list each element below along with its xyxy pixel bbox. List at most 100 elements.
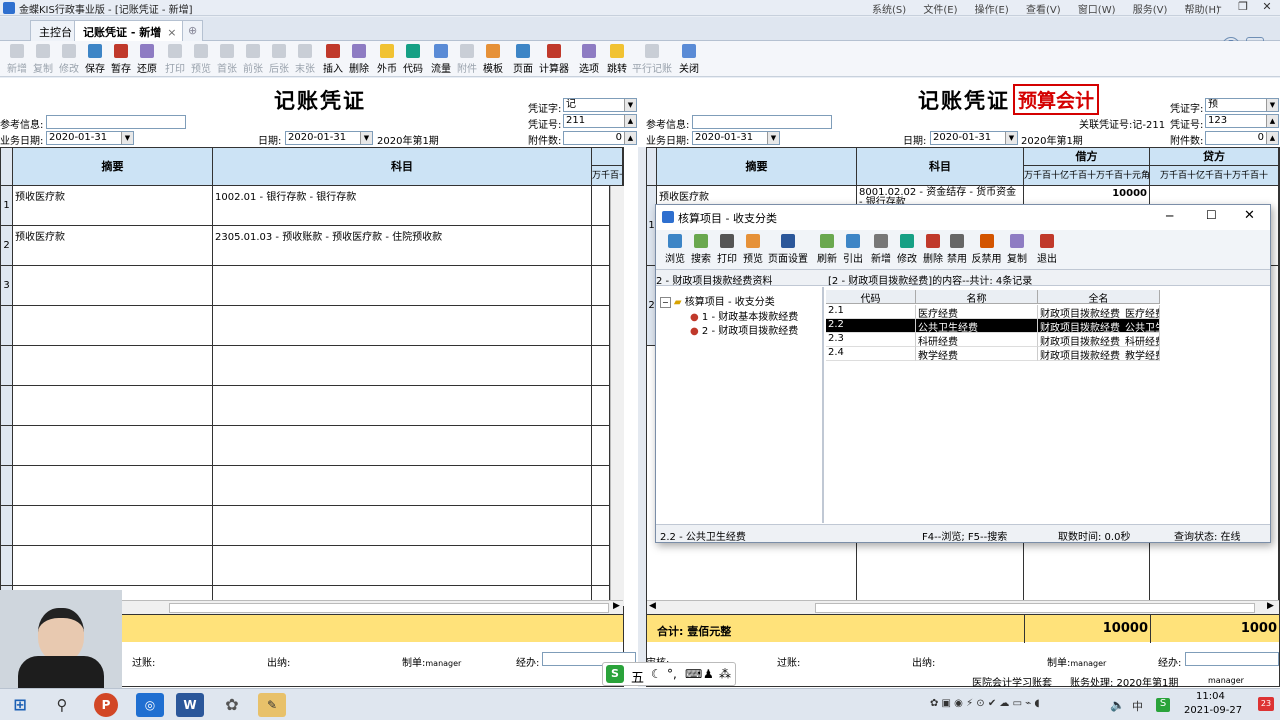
left-vscroll[interactable]: [610, 186, 624, 606]
toolbar-print-button[interactable]: 打印: [162, 43, 188, 75]
dialog-search-button[interactable]: 搜索: [688, 233, 714, 265]
toolbar-prev-button[interactable]: 前张: [240, 43, 266, 75]
input-language[interactable]: 中: [1132, 698, 1143, 714]
new-tab-icon[interactable]: ⊕: [182, 20, 204, 41]
chevron-down-icon[interactable]: ▼: [767, 132, 779, 144]
left-row-account[interactable]: [213, 506, 592, 546]
right-type-select[interactable]: 预 ▼: [1205, 98, 1279, 112]
left-row-amount[interactable]: [592, 546, 610, 586]
toolbar-close-button[interactable]: 关闭: [676, 43, 702, 75]
left-row-account[interactable]: 1002.01 - 银行存款 - 银行存款: [213, 186, 592, 226]
col-account-header[interactable]: 科目: [857, 148, 1024, 186]
left-row-summary[interactable]: 预收医疗款: [13, 226, 213, 266]
restore-window-icon[interactable]: ❐: [1232, 0, 1254, 13]
right-no-input[interactable]: 123 ▲: [1205, 114, 1279, 128]
dialog-page-setup-button[interactable]: 页面设置: [766, 233, 810, 265]
settings-app-icon[interactable]: ✿: [218, 693, 246, 717]
left-row-summary[interactable]: [13, 506, 213, 546]
dialog-edit-button[interactable]: 修改: [894, 233, 920, 265]
left-row-account[interactable]: 2305.01.03 - 预收账款 - 预收医疗款 - 住院预收款: [213, 226, 592, 266]
close-window-icon[interactable]: ✕: [1256, 0, 1278, 13]
word-icon[interactable]: W: [176, 693, 204, 717]
menu-file[interactable]: 文件(E): [923, 5, 957, 16]
dialog-lock-button[interactable]: 禁用: [944, 233, 970, 265]
list-item[interactable]: 2.3 科研经费 财政项目拨款经费_科研经费: [826, 333, 1160, 347]
left-row-account[interactable]: [213, 386, 592, 426]
toolbar-preview-button[interactable]: 预览: [188, 43, 214, 75]
dialog-print-button[interactable]: 打印: [714, 233, 740, 265]
list-item[interactable]: 2.4 教学经费 财政项目拨款经费_教学经费: [826, 347, 1160, 361]
system-tray-icons[interactable]: ✿ ▣ ◉ ⚡ ⊙ ✔ ☁ ▭ ⌁ ◖: [930, 698, 1040, 709]
punct-icon[interactable]: °,: [667, 667, 677, 681]
left-row-amount[interactable]: [592, 466, 610, 506]
toolbar-flow-button[interactable]: 流量: [428, 43, 454, 75]
left-row-amount[interactable]: [592, 226, 610, 266]
notification-badge[interactable]: 23: [1258, 697, 1274, 711]
chevron-down-icon[interactable]: ▼: [1005, 132, 1017, 144]
windows-start-icon[interactable]: ⊞: [6, 693, 34, 717]
left-attach-input[interactable]: 0 ▲: [563, 131, 637, 145]
left-row-account[interactable]: [213, 346, 592, 386]
col-account-header[interactable]: 科目: [213, 148, 592, 186]
left-row-account[interactable]: [213, 546, 592, 586]
toolbar-options-button[interactable]: 选项: [576, 43, 602, 75]
left-row-amount[interactable]: [592, 266, 610, 306]
chevron-down-icon[interactable]: ▼: [1266, 99, 1278, 111]
minimize-icon[interactable]: –: [1208, 0, 1230, 13]
right-bizdate-input[interactable]: 2020-01-31 ▼: [692, 131, 780, 145]
dialog-preview-button[interactable]: 预览: [740, 233, 766, 265]
right-hscroll[interactable]: ◀ ▶: [647, 600, 1279, 614]
left-row-amount[interactable]: [592, 346, 610, 386]
tree-node-1[interactable]: ● 1 - 财政基本拨款经费: [690, 308, 798, 323]
toolbar-page-button[interactable]: 页面: [510, 43, 536, 75]
tab-voucher-new[interactable]: 记账凭证 - 新增 ×: [74, 20, 186, 41]
ime-tray-icon[interactable]: S: [1156, 698, 1170, 712]
toolbar-template-button[interactable]: 模板: [480, 43, 506, 75]
toolbar-last-button[interactable]: 末张: [292, 43, 318, 75]
toolbar-hold-button[interactable]: 暂存: [108, 43, 134, 75]
list-item[interactable]: 2.1 医疗经费 财政项目拨款经费_医疗经费: [826, 305, 1160, 319]
left-row-amount[interactable]: [592, 506, 610, 546]
tree-node-2[interactable]: ● 2 - 财政项目拨款经费: [690, 322, 798, 337]
toolbar-copy-button[interactable]: 复制: [30, 43, 56, 75]
dialog-copy-button[interactable]: 复制: [1004, 233, 1030, 265]
toolbar-insert-button[interactable]: 插入: [320, 43, 346, 75]
split-divider[interactable]: [638, 147, 646, 687]
left-ref-input[interactable]: [46, 115, 186, 129]
list-item[interactable]: 2.2公共卫生经费财政项目拨款经费_公共卫生经费: [826, 319, 1160, 333]
col-summary-header[interactable]: 摘要: [657, 148, 857, 186]
toolbar-next-button[interactable]: 后张: [266, 43, 292, 75]
toolbar-currency-button[interactable]: 外币: [374, 43, 400, 75]
col-summary-header[interactable]: 摘要: [13, 148, 213, 186]
dialog-refresh-button[interactable]: 刷新: [814, 233, 840, 265]
toolbar-delete-button[interactable]: 删除: [346, 43, 372, 75]
left-row-amount[interactable]: [592, 306, 610, 346]
paint-icon[interactable]: ✎: [258, 693, 286, 717]
left-row-account[interactable]: [213, 426, 592, 466]
dialog-new-button[interactable]: 新增: [868, 233, 894, 265]
left-row-summary[interactable]: [13, 266, 213, 306]
chevron-down-icon[interactable]: ▼: [360, 132, 372, 144]
tree-node-root[interactable]: − ▰ 核算项目 - 收支分类: [660, 293, 775, 308]
left-row-summary[interactable]: [13, 346, 213, 386]
left-row-amount[interactable]: [592, 186, 610, 226]
toolbar-new-button[interactable]: 新增: [4, 43, 30, 75]
search-icon[interactable]: ⚲: [48, 693, 76, 717]
toolbar-first-button[interactable]: 首张: [214, 43, 240, 75]
stepper-icon[interactable]: ▲: [1266, 132, 1278, 144]
left-row-summary[interactable]: [13, 386, 213, 426]
grid-icon[interactable]: ⁂: [719, 667, 731, 681]
menu-operate[interactable]: 操作(E): [975, 5, 1009, 16]
left-no-input[interactable]: 211 ▲: [563, 114, 637, 128]
dialog-browse-button[interactable]: 浏览: [662, 233, 688, 265]
maximize-icon[interactable]: ☐: [1206, 208, 1217, 222]
stepper-icon[interactable]: ▲: [624, 132, 636, 144]
toolbar-code-button[interactable]: 代码: [400, 43, 426, 75]
menu-window[interactable]: 窗口(W): [1078, 5, 1116, 16]
chevron-down-icon[interactable]: ▼: [624, 99, 636, 111]
menu-system[interactable]: 系统(S): [872, 5, 906, 16]
toolbar-attach-button[interactable]: 附件: [454, 43, 480, 75]
chevron-down-icon[interactable]: ▼: [121, 132, 133, 144]
left-row-summary[interactable]: [13, 546, 213, 586]
left-row-account[interactable]: [213, 266, 592, 306]
